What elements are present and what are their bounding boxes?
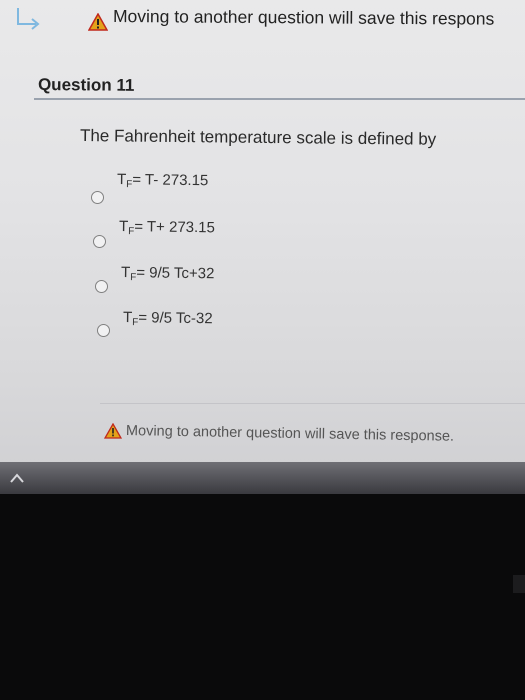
option-3-rest: = 9/5 Tc+32: [136, 264, 215, 283]
option-1-rest: = T- 273.15: [132, 171, 209, 190]
chevron-up-icon[interactable]: [8, 470, 26, 486]
top-banner: Moving to another question will save thi…: [0, 0, 525, 40]
save-warning-banner-text: Moving to another question will save thi…: [112, 6, 495, 29]
option-radio-3[interactable]: [95, 280, 108, 293]
option-label-4[interactable]: TF= 9/5 Tc-32: [123, 309, 213, 329]
warning-icon: [104, 423, 122, 439]
option-radio-4[interactable]: [97, 324, 110, 337]
quiz-screen: Moving to another question will save thi…: [0, 0, 525, 490]
option-radio-2[interactable]: [93, 235, 106, 248]
option-label-1[interactable]: TF= T- 273.15: [117, 171, 209, 191]
option-radio-1[interactable]: [91, 191, 104, 204]
return-arrow-icon[interactable]: [12, 6, 44, 34]
option-2-rest: = T+ 273.15: [134, 218, 216, 237]
option-3-main: T: [120, 264, 131, 282]
taskbar: [0, 462, 525, 494]
bezel-edge: [513, 575, 525, 593]
question-header-divider: [34, 98, 525, 100]
footer-divider: [100, 403, 525, 404]
option-label-2[interactable]: TF= T+ 273.15: [119, 218, 215, 238]
option-4-main: T: [122, 309, 133, 327]
footer-save-warning: Moving to another question will save thi…: [125, 423, 455, 445]
question-title: Question 11: [37, 75, 135, 95]
monitor-bezel: [0, 494, 525, 700]
option-label-3[interactable]: TF= 9/5 Tc+32: [121, 264, 215, 284]
option-2-main: T: [118, 218, 129, 236]
warning-icon: [88, 13, 108, 31]
question-prompt: The Fahrenheit temperature scale is defi…: [79, 126, 437, 149]
option-1-main: T: [116, 171, 127, 189]
option-4-rest: = 9/5 Tc-32: [138, 309, 213, 328]
